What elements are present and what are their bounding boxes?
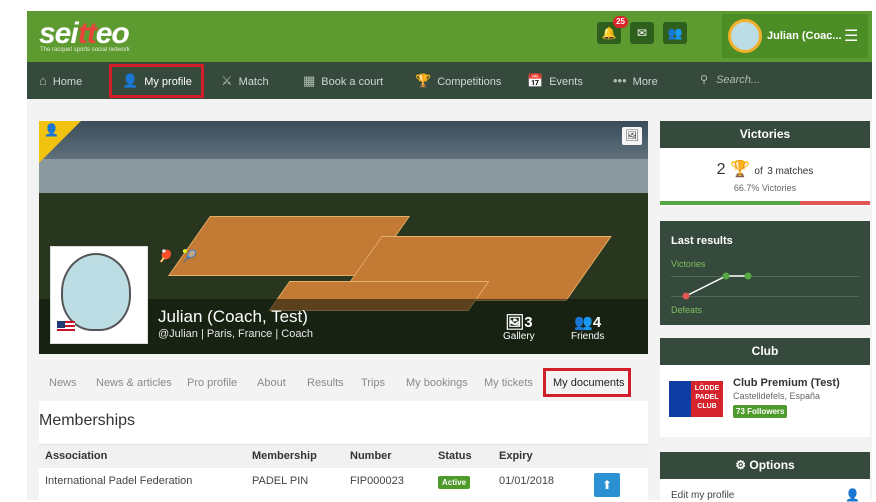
victories-bar: [660, 201, 870, 205]
messages-button[interactable]: ✉: [630, 22, 654, 44]
user-avatar: [728, 19, 762, 53]
col-membership: Membership: [252, 450, 317, 462]
envelope-icon: ✉: [636, 26, 648, 40]
notification-count-badge: 25: [613, 16, 628, 28]
gallery-icon: 🖼: [505, 314, 525, 331]
padel-racket-icon: 🏓: [158, 249, 173, 263]
search-icon: ⚲: [700, 74, 709, 86]
tab-news-articles[interactable]: News & articles: [96, 369, 172, 397]
gear-icon: ⚙: [735, 458, 747, 472]
victories-bar-fill: [660, 201, 801, 205]
tennis-racket-icon: 🎾: [182, 249, 198, 263]
memberships-section: Memberships Association Membership Numbe…: [39, 401, 648, 500]
club-title: Club: [660, 338, 870, 365]
user-icon: 👤: [44, 123, 59, 137]
club-location: Castelldefels, España: [733, 391, 821, 401]
table-header: Association Membership Number Status Exp…: [39, 444, 648, 468]
result-point: [744, 272, 752, 280]
change-cover-button[interactable]: 🖼: [622, 127, 642, 145]
profile-name: Julian (Coach, Test): [158, 307, 308, 326]
hamburger-menu-icon[interactable]: ☰: [844, 26, 858, 46]
trophy-icon: 🏆: [730, 161, 750, 178]
tab-results[interactable]: Results: [307, 369, 344, 397]
victories-title: Victories: [660, 121, 870, 148]
users-icon: 👥: [667, 26, 683, 40]
col-expiry: Expiry: [499, 450, 533, 462]
profile-avatar[interactable]: [50, 246, 148, 344]
user-menu[interactable]: Julian (Coac... ☰: [722, 14, 868, 58]
top-header: seitteo The racquet sports social networ…: [0, 0, 876, 62]
last-results-sparkline: [682, 272, 752, 300]
cell-membership: PADEL PIN: [252, 475, 309, 487]
result-point: [682, 292, 690, 300]
users-icon: 👥: [574, 314, 593, 331]
tab-trips[interactable]: Trips: [361, 369, 385, 397]
club-card: Club LÖDDE PADEL CLUB Club Premium (Test…: [660, 338, 870, 437]
cell-number: FIP000023: [350, 475, 404, 487]
victories-percentage: 66.7% Victories: [733, 183, 797, 193]
tab-news[interactable]: News: [49, 369, 77, 397]
court-icon: ▦: [303, 73, 316, 88]
search-box[interactable]: ⚲ Search...: [700, 62, 760, 99]
edit-profile-link[interactable]: Edit my profile: [671, 490, 734, 501]
bell-icon: 🔔: [601, 26, 617, 40]
club-logo-text: LÖDDE PADEL CLUB: [691, 381, 723, 417]
rackets-icon: ⚔: [221, 73, 233, 88]
user-name: Julian (Coac...: [767, 30, 842, 42]
tab-my-bookings[interactable]: My bookings: [406, 369, 468, 397]
profile-subtitle: @Julian | Paris, France | Coach: [158, 328, 314, 340]
result-point: [722, 272, 730, 280]
nav-home[interactable]: ⌂ Home: [39, 62, 82, 99]
site-logo[interactable]: seitteo: [39, 17, 130, 51]
col-status: Status: [438, 450, 472, 462]
sport-icons: 🏓 🎾: [158, 249, 197, 263]
friends-button[interactable]: 👥: [663, 22, 687, 44]
header-bar: seitteo The racquet sports social networ…: [27, 11, 872, 62]
victories-card: Victories 2 🏆 of 3 matches 66.7% Victori…: [660, 121, 870, 206]
col-association: Association: [45, 450, 108, 462]
col-number: Number: [350, 450, 392, 462]
download-document-button[interactable]: ⬆: [594, 473, 620, 497]
tab-pro-profile[interactable]: Pro profile: [187, 369, 237, 397]
club-name[interactable]: Club Premium (Test): [733, 377, 840, 389]
home-icon: ⌂: [39, 73, 47, 88]
nav-competitions[interactable]: 🏆 Competitions: [415, 62, 501, 99]
tab-my-tickets[interactable]: My tickets: [484, 369, 533, 397]
club-followers-badge: 73 Followers: [733, 405, 788, 418]
tab-about[interactable]: About: [257, 369, 286, 397]
notifications-button[interactable]: 🔔 25: [597, 16, 628, 44]
padel-racket-avatar-image: [61, 253, 131, 331]
trophy-icon: 🏆: [415, 73, 432, 88]
my-profile-highlight: [109, 64, 204, 98]
options-card: ⚙ Options Edit my profile 👤: [660, 452, 870, 502]
last-results-card: Last results Victories Defeats: [660, 221, 870, 325]
dots-icon: •••: [613, 73, 627, 88]
site-tagline: The racquet sports social network: [40, 47, 130, 53]
status-badge: Active: [438, 476, 471, 489]
cell-expiry: 01/01/2018: [499, 475, 555, 487]
my-documents-highlight: [543, 368, 631, 397]
image-icon: 🖼: [625, 130, 639, 142]
club-logo[interactable]: LÖDDE PADEL CLUB: [667, 379, 725, 419]
us-flag-icon: [57, 321, 75, 333]
nav-book-a-court[interactable]: ▦ Book a court: [303, 62, 383, 99]
options-title: ⚙ Options: [660, 452, 870, 479]
calendar-icon: 📅: [527, 73, 544, 88]
nav-more[interactable]: ••• More: [613, 62, 658, 99]
cell-association: International Padel Federation: [45, 475, 193, 487]
nav-match[interactable]: ⚔ Match: [221, 62, 269, 99]
gallery-stat[interactable]: 🖼3 Gallery: [503, 313, 535, 342]
memberships-title: Memberships: [39, 412, 136, 429]
nav-events[interactable]: 📅 Events: [527, 62, 583, 99]
friends-stat[interactable]: 👥4 Friends: [571, 313, 604, 342]
download-icon: ⬆: [601, 478, 613, 492]
victories-count: 2 🏆 of 3 matches: [716, 161, 814, 178]
results-line: [685, 275, 748, 297]
search-placeholder: Search...: [716, 74, 761, 86]
